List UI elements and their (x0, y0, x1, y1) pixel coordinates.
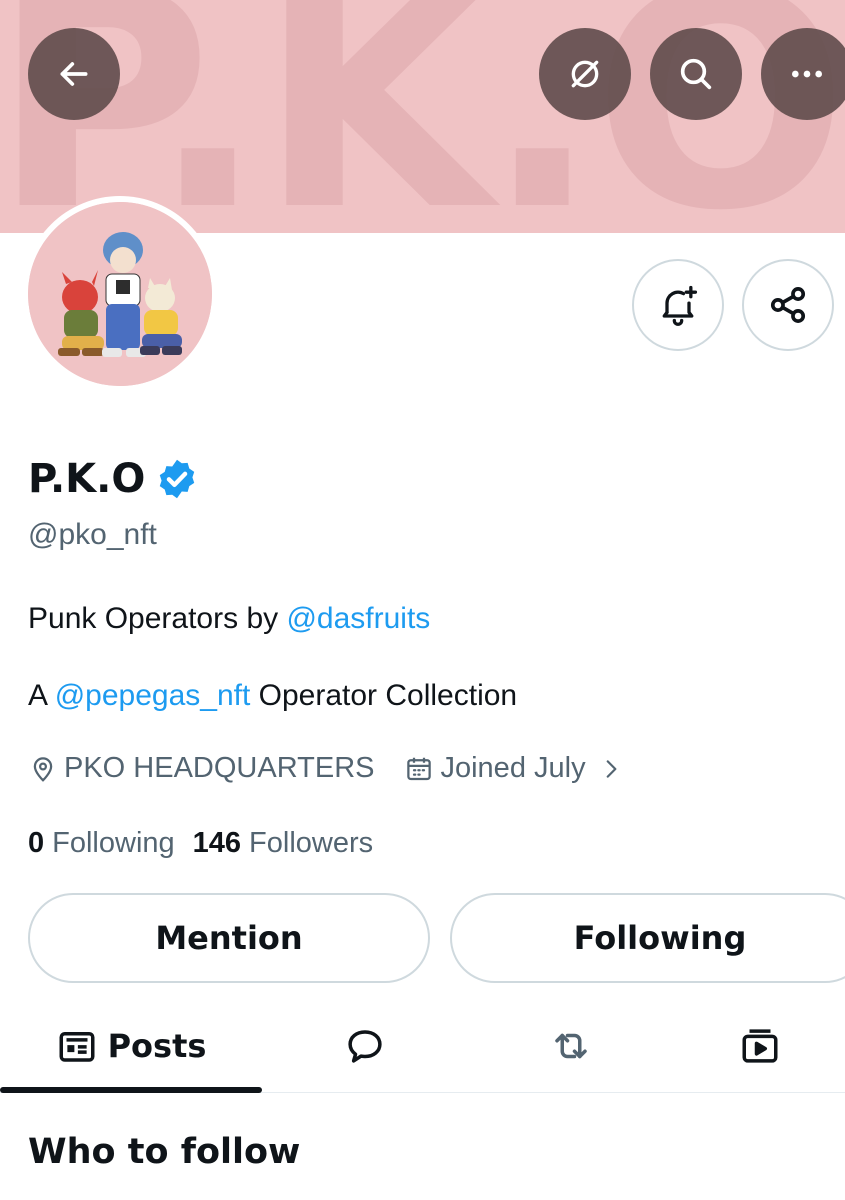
tab-posts[interactable]: Posts (0, 1000, 262, 1092)
verified-badge-icon[interactable] (155, 457, 199, 501)
following-label: Following (52, 827, 175, 859)
tab-posts-label: Posts (107, 1027, 207, 1065)
profile-tabs: Posts (0, 1000, 845, 1093)
mention-link-pepegas[interactable]: @pepegas_nft (55, 679, 251, 712)
bio-text: Punk Operators by (28, 602, 287, 635)
calendar-icon (407, 757, 432, 780)
chevron-right-icon (606, 759, 616, 778)
share-button[interactable] (742, 259, 834, 351)
video-icon (742, 1029, 777, 1063)
bio-text: Operator Collection (250, 679, 518, 712)
location: PKO HEADQUARTERS (28, 752, 374, 785)
avatar[interactable] (22, 196, 218, 392)
repost-icon (555, 1033, 587, 1059)
more-icon (792, 70, 822, 78)
location-pin-icon (33, 756, 53, 782)
location-text: PKO HEADQUARTERS (64, 752, 375, 784)
bell-plus-icon (662, 285, 698, 326)
profile-handle: @pko_nft (28, 518, 157, 551)
search-icon (680, 58, 712, 90)
more-button[interactable] (761, 28, 845, 120)
followers-label: Followers (249, 827, 374, 859)
tab-replies[interactable] (262, 1000, 468, 1092)
profile-name: P.K.O (28, 456, 146, 502)
who-to-follow-heading: Who to follow (28, 1132, 301, 1172)
grok-icon (571, 60, 599, 88)
bio-line-2: A @pepegas_nft Operator Collection (28, 679, 517, 713)
posts-icon (59, 1032, 95, 1062)
arrow-left-icon (60, 62, 88, 86)
profile-name-row: P.K.O (28, 456, 199, 502)
following-count-link[interactable]: 0 Following (28, 827, 175, 860)
notify-button[interactable] (632, 259, 724, 351)
avatar-image (28, 202, 212, 386)
followers-count-link[interactable]: 146 Followers (193, 827, 373, 860)
profile-meta: PKO HEADQUARTERS Joined July (28, 752, 624, 785)
search-button[interactable] (650, 28, 742, 120)
followers-count: 146 (192, 827, 242, 859)
grok-button[interactable] (539, 28, 631, 120)
follow-counts: 0 Following 146 Followers (28, 827, 373, 860)
following-count: 0 (28, 827, 45, 859)
avatar-illustration (28, 202, 212, 386)
bio-line-1: Punk Operators by @dasfruits (28, 602, 430, 636)
mention-button[interactable]: Mention (28, 893, 430, 983)
joined-text: Joined July (440, 752, 586, 784)
speech-bubble-icon (348, 1030, 382, 1063)
back-button[interactable] (28, 28, 120, 120)
share-icon (770, 287, 806, 323)
mention-link-dasfruits[interactable]: @dasfruits (286, 602, 430, 635)
tab-reposts[interactable] (468, 1000, 674, 1092)
following-button[interactable]: Following (450, 893, 845, 983)
bio-text: A (28, 679, 55, 712)
active-tab-indicator (0, 1087, 262, 1093)
tab-media[interactable] (674, 1000, 845, 1092)
joined-date[interactable]: Joined July (404, 752, 623, 785)
